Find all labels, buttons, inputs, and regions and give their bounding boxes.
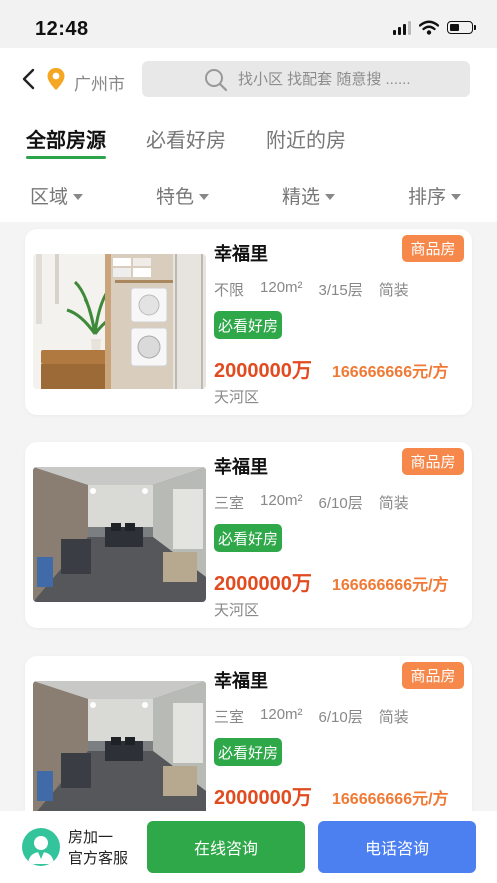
- unit-price: 166666666元/方: [332, 791, 449, 808]
- must-see-badge: 必看好房: [214, 311, 282, 339]
- back-arrow-icon[interactable]: [18, 66, 40, 92]
- unit-price: 166666666元/方: [332, 364, 449, 381]
- listing-specs: 不限 120m² 3/15层 简装: [214, 279, 409, 300]
- filter-bar: 区域 特色 精选 排序: [0, 168, 497, 222]
- customer-service-avatar[interactable]: [22, 828, 60, 866]
- search-input[interactable]: [238, 61, 460, 97]
- unit-price: 166666666元/方: [332, 577, 449, 594]
- spec-floor: 6/10层: [318, 495, 363, 512]
- active-tab-indicator: [26, 156, 106, 159]
- filter-feature-label: 特色: [156, 187, 195, 208]
- filter-featured-label: 精选: [282, 187, 321, 208]
- customer-service-label[interactable]: 房加一 官方客服: [68, 827, 128, 869]
- spec-area: 120m²: [260, 279, 303, 296]
- listing-title: 幸福里: [214, 671, 268, 691]
- office-room-photo: [33, 681, 206, 816]
- listing-card[interactable]: 幸福里 商品房 三室 120m² 6/10层 简装 必看好房 2000000万 …: [25, 442, 472, 628]
- bottom-action-bar: 房加一 官方客服 在线咨询 电话咨询: [0, 811, 497, 883]
- tab-nearby[interactable]: 附近的房: [266, 124, 346, 153]
- filter-region-label: 区域: [30, 187, 69, 208]
- spec-area: 120m²: [260, 706, 303, 723]
- property-type-tag: 商品房: [402, 448, 464, 475]
- spec-area: 120m²: [260, 492, 303, 509]
- status-time: 12:48: [35, 18, 89, 40]
- must-see-badge: 必看好房: [214, 524, 282, 552]
- district-label: 天河区: [214, 602, 260, 619]
- city-selector[interactable]: 广州市: [74, 70, 125, 95]
- spec-layout: 不限: [214, 282, 245, 299]
- listing-specs: 三室 120m² 6/10层 简装: [214, 706, 409, 727]
- tab-all-listings[interactable]: 全部房源: [26, 124, 106, 153]
- status-bar: 12:48: [0, 0, 497, 48]
- property-type-tag: 商品房: [402, 662, 464, 689]
- service-subtitle: 官方客服: [68, 850, 129, 867]
- wifi-icon: [419, 20, 439, 35]
- filter-sort-label: 排序: [408, 187, 447, 208]
- spec-layout: 三室: [214, 709, 245, 726]
- filter-region[interactable]: 区域: [30, 182, 84, 209]
- phone-consult-button[interactable]: 电话咨询: [318, 821, 476, 873]
- filter-sort[interactable]: 排序: [408, 182, 462, 209]
- spec-decoration: 简装: [378, 495, 409, 512]
- dropdown-caret-icon: [451, 194, 462, 200]
- total-price: 2000000万: [214, 573, 312, 595]
- dropdown-caret-icon: [325, 194, 336, 200]
- listing-title: 幸福里: [214, 457, 268, 477]
- customer-service-icon: [28, 836, 54, 864]
- tab-must-see[interactable]: 必看好房: [146, 124, 226, 153]
- total-price: 2000000万: [214, 787, 312, 809]
- spec-decoration: 简装: [378, 709, 409, 726]
- cellular-signal-icon: [393, 20, 411, 35]
- listing-specs: 三室 120m² 6/10层 简装: [214, 492, 409, 513]
- header: 广州市: [0, 48, 497, 110]
- listing-title: 幸福里: [214, 244, 268, 264]
- filter-feature[interactable]: 特色: [156, 182, 210, 209]
- bathroom-laundry-photo: [33, 254, 206, 389]
- office-room-photo: [33, 467, 206, 602]
- search-box[interactable]: [142, 61, 470, 97]
- battery-icon: [447, 21, 476, 34]
- filter-featured[interactable]: 精选: [282, 182, 336, 209]
- property-type-tag: 商品房: [402, 235, 464, 262]
- category-tabs: 全部房源 必看好房 附近的房: [0, 110, 497, 168]
- service-name: 房加一: [68, 829, 114, 846]
- search-icon: [205, 69, 228, 92]
- spec-decoration: 简装: [378, 282, 409, 299]
- spec-floor: 6/10层: [318, 709, 363, 726]
- spec-layout: 三室: [214, 495, 245, 512]
- must-see-badge: 必看好房: [214, 738, 282, 766]
- status-icons: [393, 20, 476, 35]
- dropdown-caret-icon: [73, 194, 84, 200]
- location-pin-icon[interactable]: [46, 67, 66, 91]
- listing-card[interactable]: 幸福里 商品房 不限 120m² 3/15层 简装 必看好房 2000000万 …: [25, 229, 472, 415]
- dropdown-caret-icon: [199, 194, 210, 200]
- district-label: 天河区: [214, 389, 260, 406]
- spec-floor: 3/15层: [318, 282, 363, 299]
- total-price: 2000000万: [214, 360, 312, 382]
- online-consult-button[interactable]: 在线咨询: [147, 821, 305, 873]
